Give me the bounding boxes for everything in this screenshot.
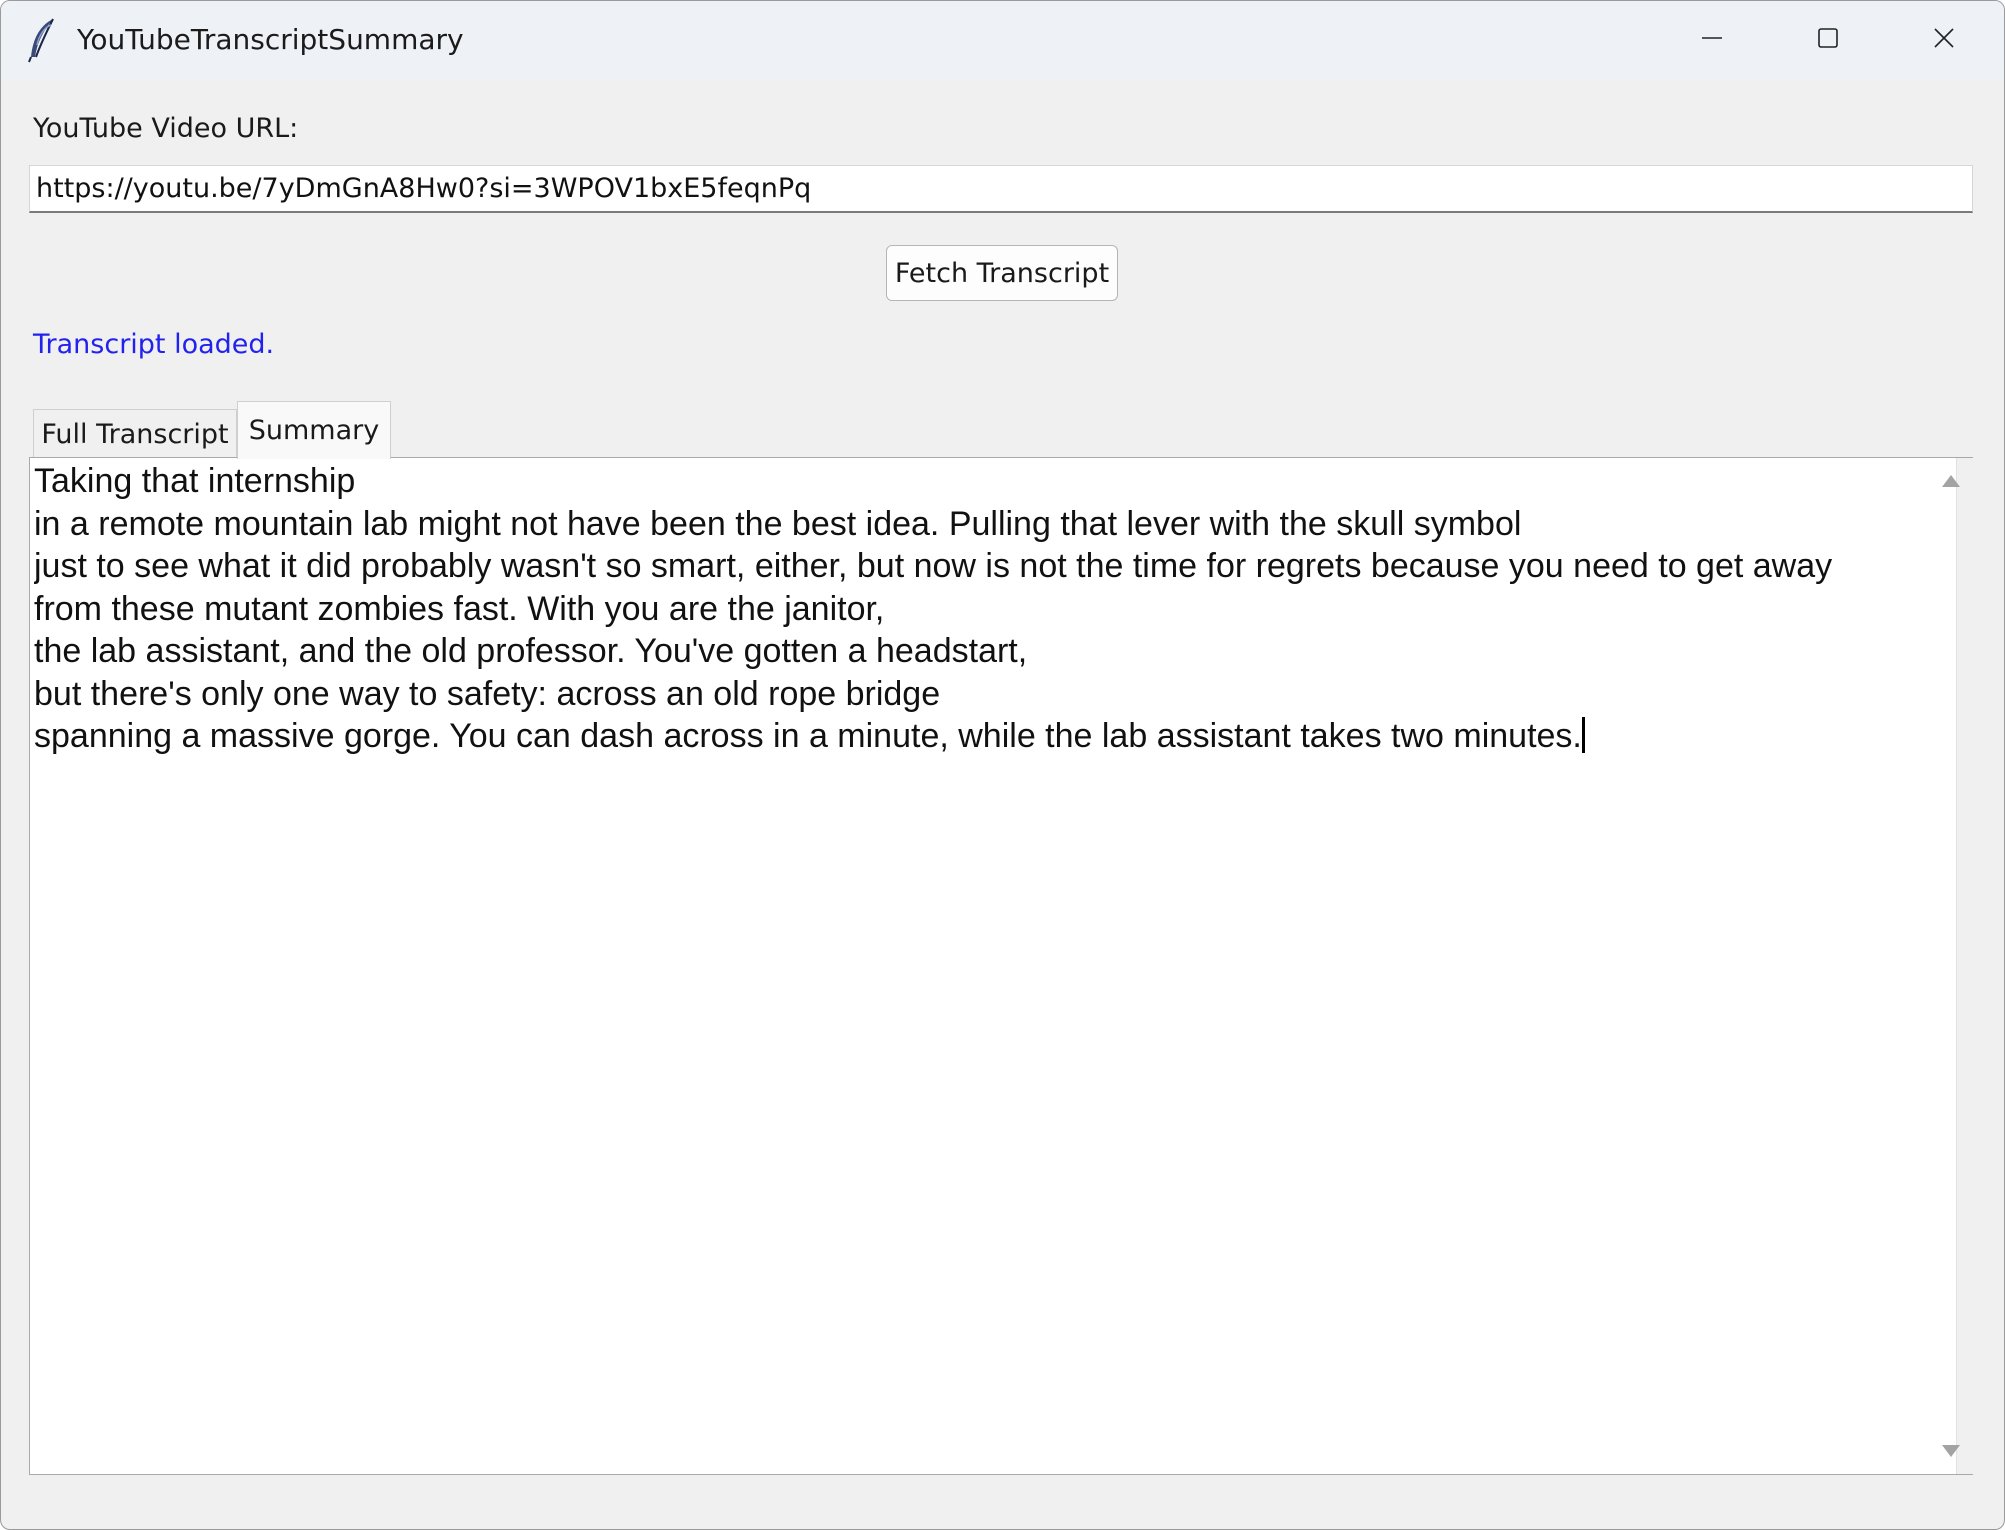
vertical-scrollbar[interactable] <box>1956 458 1973 1474</box>
status-text: Transcript loaded. <box>33 329 275 360</box>
text-caret <box>1581 717 1585 753</box>
close-button[interactable] <box>1886 1 2002 79</box>
url-input[interactable] <box>29 165 1973 213</box>
summary-text-frame: Taking that internship in a remote mount… <box>29 457 1973 1475</box>
tab-summary[interactable]: Summary <box>237 401 391 459</box>
maximize-button[interactable] <box>1770 1 1886 79</box>
summary-line: spanning a massive gorge. You can dash a… <box>34 717 1582 755</box>
window-title: YouTubeTranscriptSummary <box>77 23 464 56</box>
fetch-transcript-button[interactable]: Fetch Transcript <box>886 245 1118 301</box>
feather-icon <box>27 17 57 63</box>
url-label: YouTube Video URL: <box>33 113 299 144</box>
minimize-button[interactable] <box>1654 1 1770 79</box>
scroll-down-arrow-icon[interactable] <box>1939 1439 1963 1463</box>
summary-line: from these mutant zombies fast. With you… <box>34 589 885 628</box>
scroll-up-arrow-icon[interactable] <box>1939 469 1963 493</box>
summary-line: the lab assistant, and the old professor… <box>34 632 1028 670</box>
minimize-icon <box>1701 27 1723 53</box>
summary-line: in a remote mountain lab might not have … <box>34 504 1522 543</box>
summary-text-area[interactable]: Taking that internship in a remote mount… <box>34 460 1924 1470</box>
close-icon <box>1933 27 1955 53</box>
tab-full-transcript[interactable]: Full Transcript <box>33 409 237 459</box>
summary-line: just to see what it did probably wasn't … <box>34 547 1833 585</box>
summary-line: Taking that internship <box>34 462 356 500</box>
app-window: YouTubeTranscriptSummary YouTube Video U… <box>0 0 2005 1530</box>
title-bar[interactable]: YouTubeTranscriptSummary <box>1 1 2004 79</box>
maximize-icon <box>1817 27 1839 53</box>
summary-line: but there's only one way to safety: acro… <box>34 674 941 713</box>
